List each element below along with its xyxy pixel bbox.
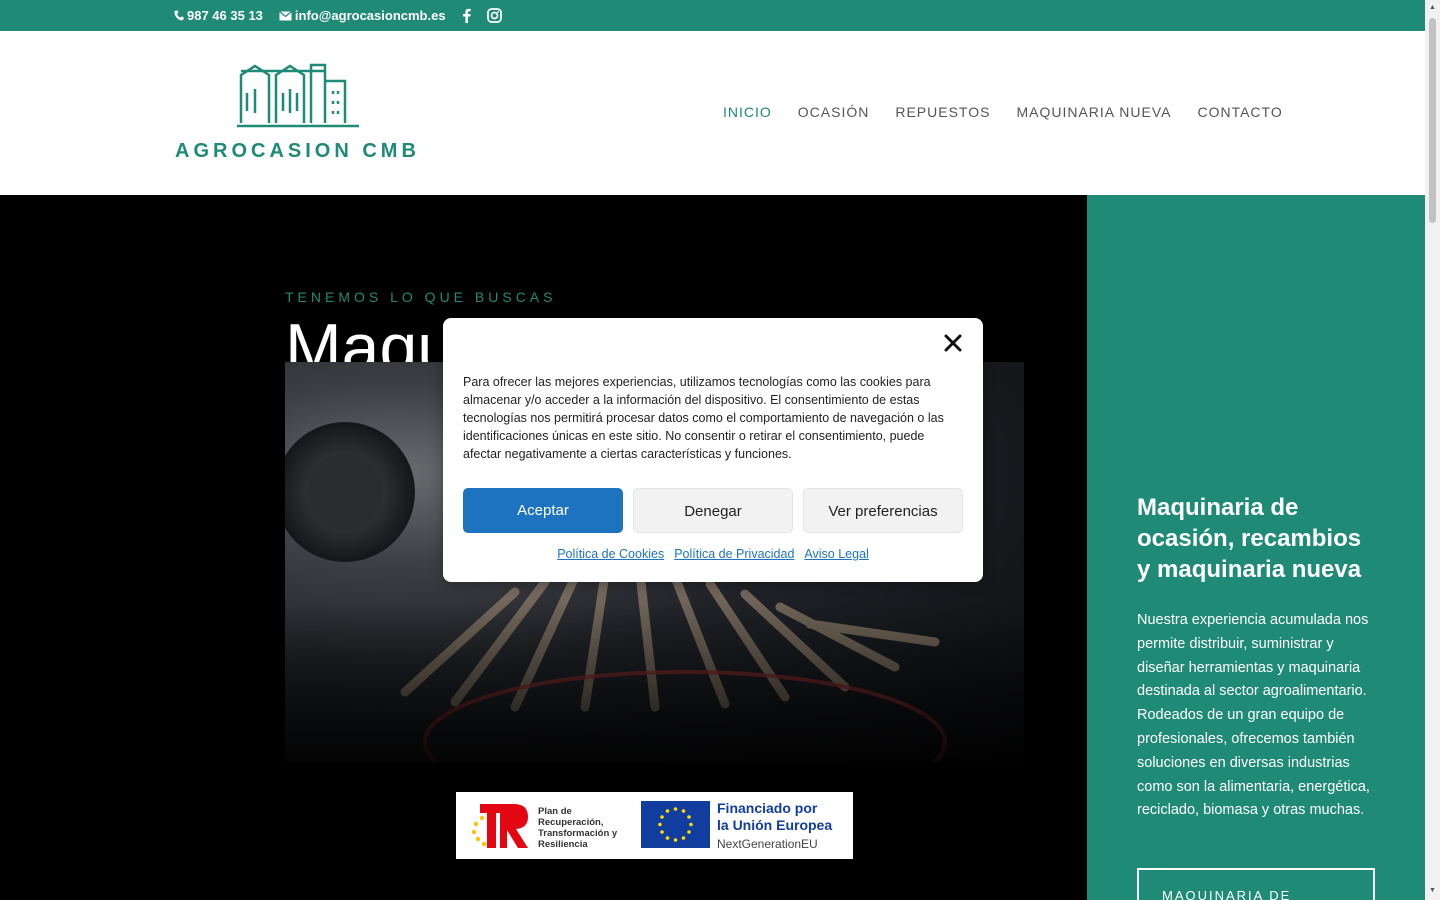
funding-banner: Plan de Recuperación, Transformación y R… bbox=[456, 792, 853, 859]
eu-text-1: Financiado por bbox=[717, 800, 818, 816]
page-scrollbar[interactable]: ▲ ▼ bbox=[1425, 0, 1440, 900]
recovery-plan-logo bbox=[471, 804, 528, 848]
facebook-icon[interactable] bbox=[462, 8, 471, 23]
intro-title: Maquinaria de ocasión, recambios y maqui… bbox=[1137, 494, 1362, 583]
phone-icon bbox=[174, 10, 184, 21]
email-icon bbox=[279, 10, 292, 21]
eu-text-3: NextGenerationEU bbox=[717, 837, 818, 851]
cookie-consent-dialog: Para ofrecer las mejores experiencias, u… bbox=[443, 318, 983, 582]
logo-text: AGROCASION CMB bbox=[175, 140, 420, 162]
site-header: AGROCASION CMB INICIO OCASIÓN REPUESTOS … bbox=[0, 31, 1425, 195]
main-nav: INICIO OCASIÓN REPUESTOS MAQUINARIA NUEV… bbox=[723, 104, 1283, 120]
intro-panel: Maquinaria de ocasión, recambios y maqui… bbox=[1087, 195, 1425, 900]
site-logo[interactable]: AGROCASION CMB bbox=[175, 63, 425, 163]
cookie-message: Para ofrecer las mejores experiencias, u… bbox=[463, 375, 944, 461]
instagram-icon[interactable] bbox=[486, 8, 502, 23]
nav-inicio[interactable]: INICIO bbox=[723, 104, 772, 120]
phone-contact[interactable]: 987 46 35 13 bbox=[174, 8, 263, 23]
accept-button[interactable]: Aceptar bbox=[463, 488, 623, 533]
scroll-thumb[interactable] bbox=[1429, 18, 1436, 223]
scroll-down-arrow-icon[interactable]: ▼ bbox=[1428, 886, 1437, 895]
close-icon[interactable] bbox=[943, 333, 963, 353]
silo-logo-icon bbox=[237, 63, 359, 128]
eu-flag-icon bbox=[641, 801, 710, 848]
nav-repuestos[interactable]: REPUESTOS bbox=[895, 104, 990, 120]
phone-number: 987 46 35 13 bbox=[187, 8, 263, 23]
eu-text-2: la Unión Europea bbox=[717, 817, 833, 833]
email-contact[interactable]: info@agrocasioncmb.es bbox=[279, 8, 446, 23]
legal-notice-link[interactable]: Aviso Legal bbox=[804, 547, 868, 561]
cookie-links: Política de Cookies Política de Privacid… bbox=[443, 547, 983, 561]
nav-contacto[interactable]: CONTACTO bbox=[1197, 104, 1282, 120]
privacy-policy-link[interactable]: Política de Privacidad bbox=[674, 547, 794, 561]
email-address: info@agrocasioncmb.es bbox=[294, 8, 446, 23]
nav-ocasion[interactable]: OCASIÓN bbox=[798, 104, 870, 120]
cookie-policy-link[interactable]: Política de Cookies bbox=[557, 547, 664, 561]
preferences-button[interactable]: Ver preferencias bbox=[803, 488, 963, 533]
nav-maquinaria-nueva[interactable]: MAQUINARIA NUEVA bbox=[1016, 104, 1171, 120]
intro-text: Nuestra experiencia acumulada nos permit… bbox=[1137, 612, 1370, 819]
scroll-up-arrow-icon[interactable]: ▲ bbox=[1428, 3, 1437, 12]
recovery-plan-text: Plan de Recuperación, Transformación y R… bbox=[538, 806, 618, 850]
machinery-button[interactable]: MAQUINARIA DE bbox=[1137, 868, 1375, 900]
deny-button[interactable]: Denegar bbox=[633, 488, 793, 533]
hero-eyebrow: TENEMOS LO QUE BUSCAS bbox=[285, 289, 557, 305]
top-bar: 987 46 35 13 info@agrocasioncmb.es bbox=[0, 0, 1425, 31]
